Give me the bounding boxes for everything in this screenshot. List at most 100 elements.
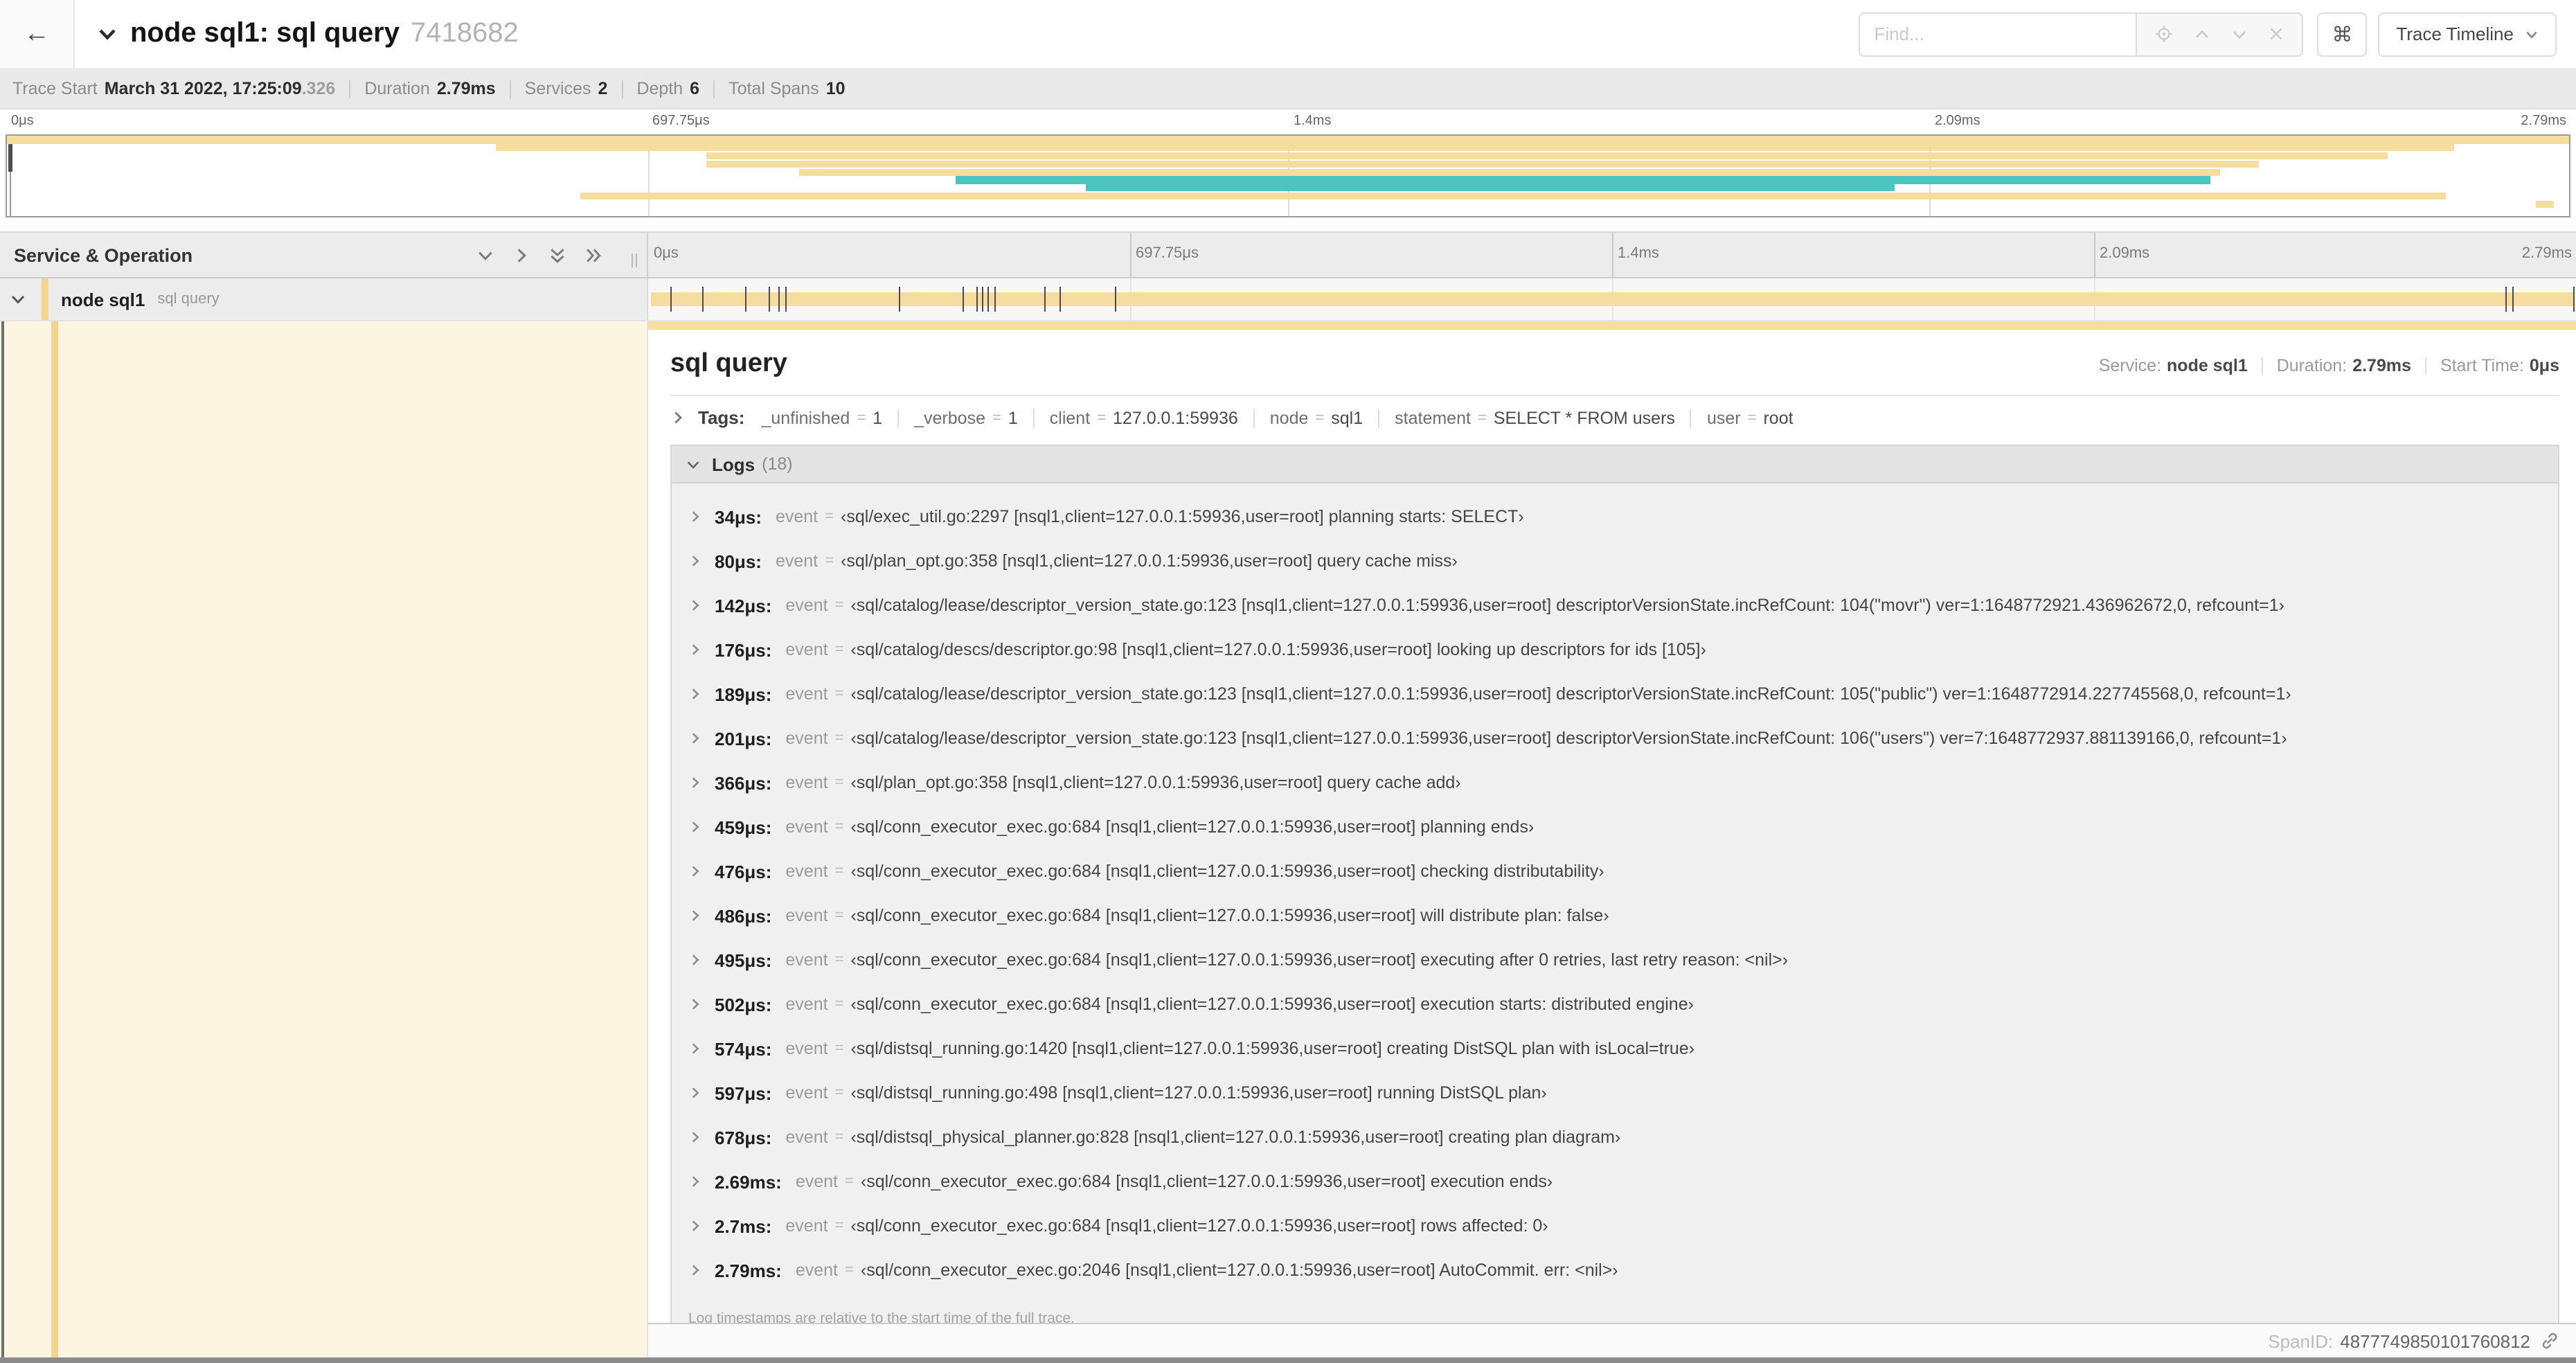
log-entry[interactable]: 176μs: event = ‹sql/catalog/descs/descri… <box>672 640 2558 684</box>
log-entry[interactable]: 597μs: event = ‹sql/distsql_running.go:4… <box>672 1083 2558 1128</box>
divider <box>349 80 351 98</box>
log-marker-tick <box>976 287 978 312</box>
log-chevron-right-icon[interactable] <box>688 1219 702 1233</box>
log-entry[interactable]: 476μs: event = ‹sql/conn_executor_exec.g… <box>672 862 2558 906</box>
view-selector-button[interactable]: Trace Timeline <box>2378 12 2557 56</box>
log-chevron-right-icon[interactable] <box>688 1263 702 1277</box>
log-marker-tick <box>2512 287 2514 312</box>
log-entry[interactable]: 678μs: event = ‹sql/distsql_physical_pla… <box>672 1128 2558 1172</box>
service-operation-header: Service & Operation <box>0 233 647 277</box>
log-entry[interactable]: 2.7ms: event = ‹sql/conn_executor_exec.g… <box>672 1216 2558 1260</box>
span-row[interactable]: node sql1 sql query <box>0 278 2576 321</box>
divider <box>1032 408 1035 427</box>
logs-header[interactable]: Logs (18) <box>672 446 2558 483</box>
log-chevron-right-icon[interactable] <box>688 510 702 524</box>
gridline <box>2094 233 2095 277</box>
minimap-canvas[interactable] <box>6 134 2570 217</box>
logs-count: (18) <box>762 454 793 474</box>
gridline <box>1130 233 1132 277</box>
log-entry[interactable]: 2.79ms: event = ‹sql/conn_executor_exec.… <box>672 1260 2558 1305</box>
tag-item: client = 127.0.0.1:59936 <box>1018 408 1238 427</box>
clear-find-x-icon[interactable] <box>2269 26 2284 42</box>
keyboard-shortcuts-button[interactable]: ⌘ <box>2317 12 2368 56</box>
timeline-ruler: 0μs 697.75μs 1.4ms 2.09ms 2.79ms <box>647 233 2576 277</box>
log-marker-tick <box>2505 287 2507 312</box>
find-input[interactable] <box>1859 12 2136 56</box>
log-chevron-right-icon[interactable] <box>688 864 702 878</box>
expand-all-double-chevron-right-icon[interactable] <box>584 246 602 264</box>
log-entry[interactable]: 502μs: event = ‹sql/conn_executor_exec.g… <box>672 995 2558 1039</box>
log-marker-tick <box>1044 287 1046 312</box>
tags-row[interactable]: Tags: _unfinished = 1 _verbose = 1 clien… <box>670 396 2559 438</box>
log-marker-tick <box>982 287 984 312</box>
span-name-cell[interactable]: node sql1 sql query <box>0 278 647 320</box>
log-chevron-right-icon[interactable] <box>688 1130 702 1144</box>
ruler-tick-label: 2.09ms <box>1935 114 1980 129</box>
tags-chevron-right-icon[interactable] <box>670 410 686 425</box>
log-entry[interactable]: 366μs: event = ‹sql/plan_opt.go:358 [nsq… <box>672 773 2558 817</box>
trace-stat: Depth 6 <box>607 79 699 98</box>
span-detail-row: sql query Service: node sql1 Duration: 2… <box>0 321 2576 1357</box>
span-bar-cell[interactable] <box>647 278 2576 320</box>
bottom-scroll-track[interactable] <box>0 1357 2576 1363</box>
log-entry[interactable]: 495μs: event = ‹sql/conn_executor_exec.g… <box>672 950 2558 995</box>
log-chevron-right-icon[interactable] <box>688 731 702 745</box>
span-detail-left-column <box>0 321 647 1357</box>
collapse-span-chevron-down-icon[interactable] <box>10 291 26 308</box>
log-entry[interactable]: 574μs: event = ‹sql/distsql_running.go:1… <box>672 1039 2558 1083</box>
log-entry[interactable]: 142μs: event = ‹sql/catalog/lease/descri… <box>672 596 2558 640</box>
log-entry[interactable]: 80μs: event = ‹sql/plan_opt.go:358 [nsql… <box>672 551 2558 596</box>
log-chevron-right-icon[interactable] <box>688 776 702 790</box>
back-button[interactable]: ← <box>0 0 75 68</box>
ruler-tick-label: 1.4ms <box>1294 114 1332 129</box>
deep-link-icon[interactable] <box>2540 1331 2559 1351</box>
log-chevron-right-icon[interactable] <box>688 909 702 923</box>
divider <box>509 80 511 98</box>
tags-label: Tags: <box>698 407 745 428</box>
log-chevron-right-icon[interactable] <box>688 598 702 612</box>
log-chevron-right-icon[interactable] <box>688 643 702 657</box>
expand-one-chevron-right-icon[interactable] <box>512 246 530 264</box>
logs-section: Logs (18) 34μs: event = ‹sql/exec_util.g… <box>670 445 2559 1342</box>
log-entry[interactable]: 2.69ms: event = ‹sql/conn_executor_exec.… <box>672 1172 2558 1216</box>
log-chevron-right-icon[interactable] <box>688 997 702 1011</box>
ruler-tick-label: 697.75μs <box>652 114 710 129</box>
ruler-tick-label: 1.4ms <box>1618 245 1659 262</box>
trace-stat: Total Spans 10 <box>699 79 846 98</box>
log-chevron-right-icon[interactable] <box>688 1175 702 1188</box>
log-entry[interactable]: 201μs: event = ‹sql/catalog/lease/descri… <box>672 729 2558 773</box>
service-color-accent <box>51 321 58 1357</box>
column-resizer-grip[interactable] <box>632 253 637 267</box>
ruler-tick-label: 697.75μs <box>1136 245 1199 262</box>
find-group <box>1859 12 2304 56</box>
find-next-chevron-down-icon[interactable] <box>2231 26 2248 42</box>
ruler-tick-label: 0μs <box>654 245 679 262</box>
log-entry[interactable]: 189μs: event = ‹sql/catalog/lease/descri… <box>672 684 2558 729</box>
log-chevron-right-icon[interactable] <box>688 953 702 967</box>
log-entry[interactable]: 459μs: event = ‹sql/conn_executor_exec.g… <box>672 817 2558 862</box>
log-chevron-right-icon[interactable] <box>688 1086 702 1100</box>
log-chevron-right-icon[interactable] <box>688 687 702 701</box>
divider <box>1378 408 1380 427</box>
log-marker-tick <box>2573 287 2575 312</box>
log-chevron-right-icon[interactable] <box>688 554 702 568</box>
collapse-all-double-chevron-down-icon[interactable] <box>548 246 566 264</box>
collapse-trace-chevron-icon[interactable] <box>97 24 118 44</box>
span-meta-item: Duration: 2.79ms <box>2248 356 2411 375</box>
locate-icon[interactable] <box>2155 25 2173 43</box>
minimap-span-bar <box>7 136 2569 144</box>
log-entry[interactable]: 34μs: event = ‹sql/exec_util.go:2297 [ns… <box>672 507 2558 551</box>
timeline-minimap: 0μs 697.75μs 1.4ms 2.09ms 2.79ms <box>6 112 2570 217</box>
log-marker-tick <box>785 287 787 312</box>
span-duration-bar[interactable] <box>651 292 2575 306</box>
log-chevron-right-icon[interactable] <box>688 1042 702 1055</box>
trace-stats: Trace Start March 31 2022, 17:25:09 .326… <box>0 69 2576 109</box>
find-prev-chevron-up-icon[interactable] <box>2194 26 2210 42</box>
span-detail-panel: sql query Service: node sql1 Duration: 2… <box>647 321 2576 1357</box>
log-entry[interactable]: 486μs: event = ‹sql/conn_executor_exec.g… <box>672 906 2558 950</box>
collapse-one-chevron-down-icon[interactable] <box>476 246 494 264</box>
log-chevron-right-icon[interactable] <box>688 820 702 834</box>
log-marker-tick <box>744 287 746 312</box>
service-name: node sql1 <box>61 289 145 310</box>
minimap-span-bar <box>580 192 2447 200</box>
